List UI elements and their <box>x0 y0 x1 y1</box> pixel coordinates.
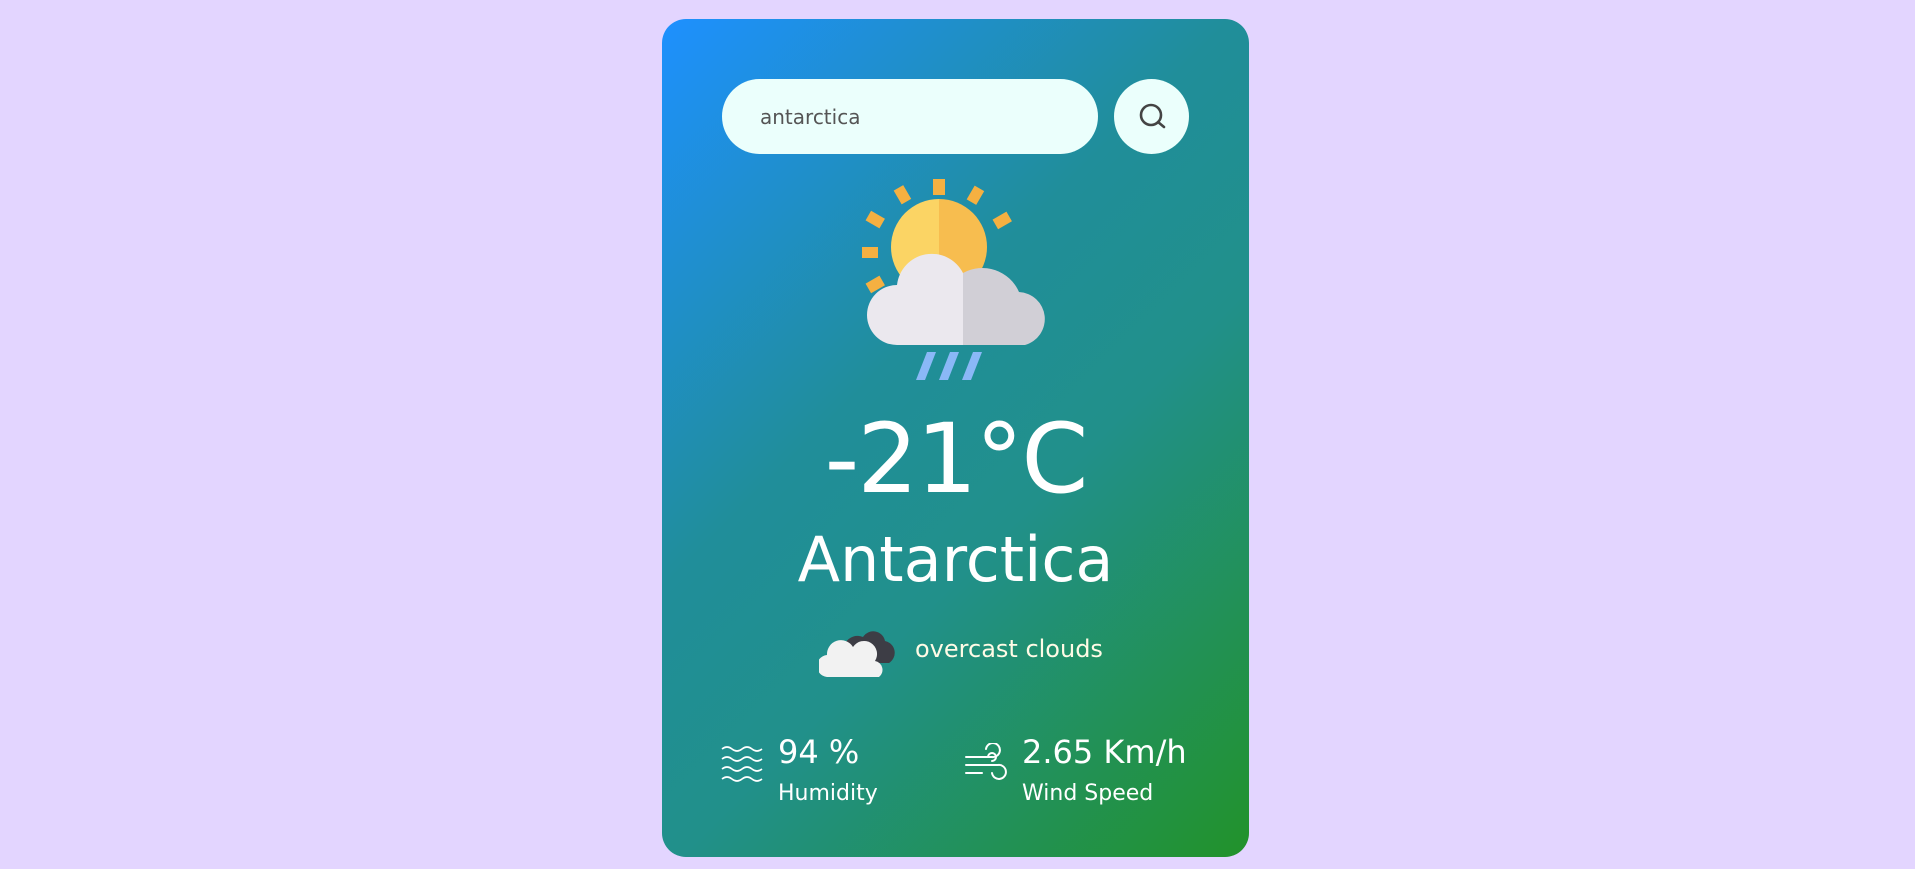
wind-value: 2.65 Km/h <box>1022 733 1187 771</box>
overcast-clouds-icon <box>819 631 895 677</box>
search-icon <box>1139 103 1165 128</box>
humidity-value: 94 % <box>778 733 860 771</box>
sun-cloud-rain-icon <box>862 179 1045 380</box>
humidity-waves-icon <box>721 746 763 782</box>
weather-card: -21°C Antarctica overcast clouds 94 % Hu… <box>662 19 1249 857</box>
search-button[interactable] <box>1114 79 1189 154</box>
wind-label: Wind Speed <box>1022 781 1154 806</box>
humidity-label: Humidity <box>778 781 878 806</box>
search-bar <box>722 79 1189 154</box>
wind-icon <box>965 743 1007 780</box>
search-input[interactable] <box>722 79 1098 154</box>
temperature: -21°C <box>824 403 1089 515</box>
weather-description: overcast clouds <box>819 619 1103 679</box>
city-name: Antarctica <box>797 523 1114 596</box>
description-text: overcast clouds <box>915 635 1103 663</box>
